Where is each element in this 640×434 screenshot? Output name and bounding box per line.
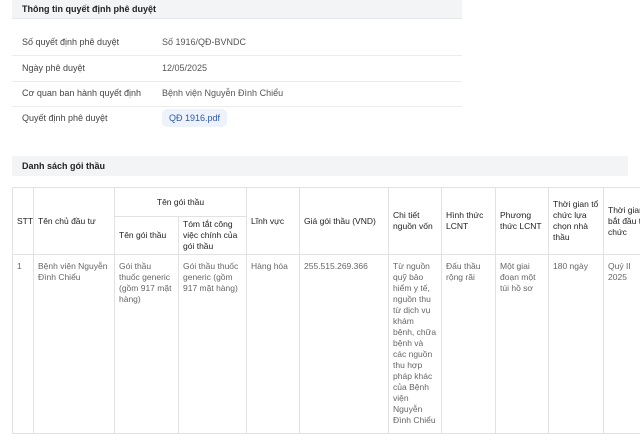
decision-number-label: Số quyết định phê duyệt <box>22 29 119 55</box>
approval-date-label: Ngày phê duyệt <box>22 55 85 81</box>
packages-section-header: Danh sách gói thầu <box>12 156 628 176</box>
cell-work-summary: Gói thầu thuốc generic (gồm 917 mặt hàng… <box>179 255 247 434</box>
approval-date-value: 12/05/2025 <box>162 55 207 81</box>
info-row-approval-date: Ngày phê duyệt 12/05/2025 <box>12 55 462 82</box>
issuing-agency-value: Bệnh viện Nguyễn Đình Chiểu <box>162 80 283 106</box>
cell-start-time: Quý II 2025 <box>604 255 640 434</box>
col-header-field: Lĩnh vực <box>247 188 300 255</box>
info-row-decision-file: Quyết định phê duyệt QĐ 1916.pdf <box>12 105 462 131</box>
col-header-start-time: Thời gian bắt đầu tổ chức <box>604 188 640 255</box>
col-header-price: Giá gói thầu (VND) <box>300 188 389 255</box>
col-header-work-summary: Tóm tắt công việc chính của gói thầu <box>179 217 247 255</box>
cell-package-name: Gói thầu thuốc generic (gồm 917 mặt hàng… <box>115 255 179 434</box>
col-header-stt: STT <box>13 188 34 255</box>
cell-stt: 1 <box>13 255 34 434</box>
col-header-package-group: Tên gói thầu <box>115 188 247 217</box>
cell-selection-duration: 180 ngày <box>549 255 604 434</box>
decision-pdf-link[interactable]: QĐ 1916.pdf <box>162 109 227 127</box>
cell-selection-method: Một giai đoạn một túi hồ sơ <box>496 255 549 434</box>
decision-file-label: Quyết định phê duyệt <box>22 105 108 131</box>
col-header-package-name: Tên gói thầu <box>115 217 179 255</box>
col-header-selection-form: Hình thức LCNT <box>442 188 496 255</box>
decision-number-value: Số 1916/QĐ-BVNDC <box>162 29 246 55</box>
col-header-investor: Tên chủ đầu tư <box>34 188 115 255</box>
cell-field: Hàng hóa <box>247 255 300 434</box>
cell-funding-source: Từ nguồn quỹ bảo hiểm y tế, nguồn thu từ… <box>389 255 442 434</box>
info-row-issuing-agency: Cơ quan ban hành quyết định Bệnh viện Ng… <box>12 80 462 107</box>
issuing-agency-label: Cơ quan ban hành quyết định <box>22 80 141 106</box>
cell-investor: Bệnh viện Nguyễn Đình Chiểu <box>34 255 115 434</box>
col-header-funding-source: Chi tiết nguồn vốn <box>389 188 442 255</box>
table-row: 1 Bệnh viện Nguyễn Đình Chiểu Gói thầu t… <box>13 255 640 434</box>
cell-selection-form: Đấu thầu rộng rãi <box>442 255 496 434</box>
col-header-selection-duration: Thời gian tổ chức lựa chọn nhà thầu <box>549 188 604 255</box>
col-header-selection-method: Phương thức LCNT <box>496 188 549 255</box>
cell-price: 255.515.269.366 <box>300 255 389 434</box>
package-table: STT Tên chủ đầu tư Tên gói thầu Lĩnh vực… <box>12 187 640 434</box>
info-row-decision-number: Số quyết định phê duyệt Số 1916/QĐ-BVNDC <box>12 29 462 56</box>
approval-section-header: Thông tin quyết định phê duyệt <box>12 0 462 19</box>
